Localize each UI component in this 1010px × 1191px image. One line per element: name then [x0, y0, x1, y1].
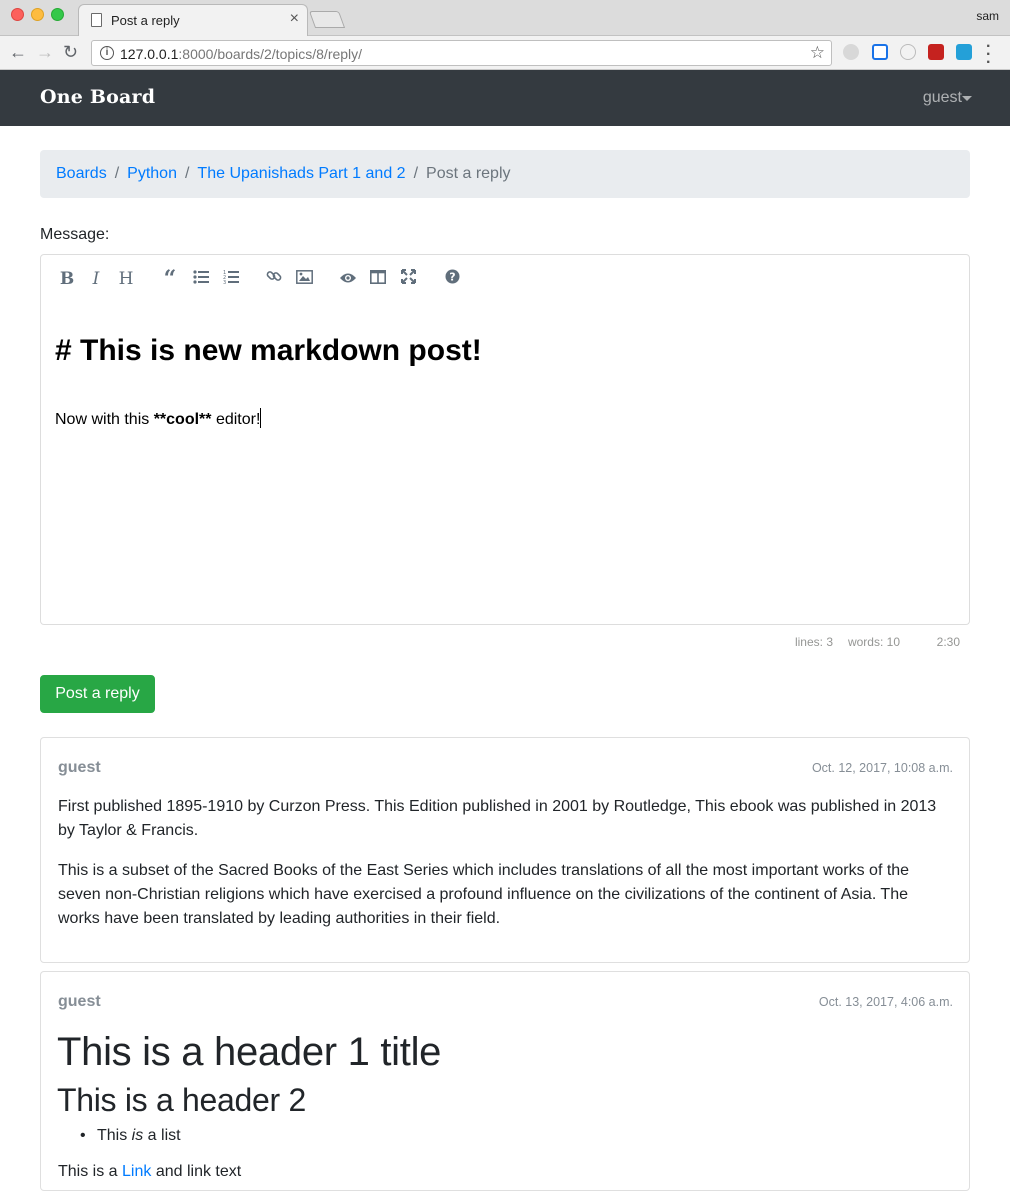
browser-tab[interactable]: Post a reply ×	[78, 4, 308, 37]
browser-toolbar: ← → ↻ i 127.0.0.1:8000/boards/2/topics/8…	[0, 36, 1010, 71]
heading-icon[interactable]: H	[115, 268, 137, 290]
url-host: 127.0.0.1	[120, 46, 179, 62]
italic-icon[interactable]: I	[85, 268, 107, 290]
list-text-em: is	[131, 1127, 144, 1144]
breadcrumb-board[interactable]: Python	[127, 165, 177, 183]
fullscreen-icon[interactable]	[397, 268, 419, 290]
site-navbar: One Board guest	[0, 70, 1010, 126]
words-count: words: 10	[848, 635, 900, 649]
editor-line-prefix: Now with this	[55, 411, 154, 428]
user-dropdown[interactable]: guest	[923, 89, 962, 107]
cursor-position: 2:30	[936, 635, 960, 649]
list-item: This is a list	[80, 1127, 181, 1145]
editor-line-suffix: editor!	[211, 411, 261, 428]
post-author[interactable]: guest	[58, 759, 101, 777]
breadcrumb-separator: /	[413, 165, 419, 182]
breadcrumb-separator: /	[114, 165, 120, 182]
toolbar-separator	[325, 269, 326, 291]
svg-text:?: ?	[449, 271, 455, 284]
toolbar-separator	[429, 269, 430, 291]
minimize-window-button[interactable]	[31, 8, 44, 21]
caret-down-icon[interactable]	[962, 96, 972, 101]
brand-logo[interactable]: One Board	[40, 86, 155, 108]
post-card: guest Oct. 13, 2017, 4:06 a.m. This is a…	[40, 971, 970, 1191]
url-path: :8000/boards/2/topics/8/reply/	[178, 46, 363, 62]
para-prefix: This is a	[58, 1163, 123, 1180]
breadcrumb-boards[interactable]: Boards	[56, 165, 107, 183]
ordered-list-icon[interactable]: 123	[220, 268, 242, 290]
post-card: guest Oct. 12, 2017, 10:08 a.m. First pu…	[40, 737, 970, 963]
words-label: words:	[847, 635, 884, 649]
post-author[interactable]: guest	[58, 993, 101, 1011]
post-heading-2: This is a header 2	[57, 1082, 306, 1118]
close-window-button[interactable]	[11, 8, 24, 21]
close-tab-icon[interactable]: ×	[290, 10, 299, 28]
lines-label: lines:	[794, 635, 823, 649]
breadcrumb-separator: /	[184, 165, 190, 182]
post-date: Oct. 13, 2017, 4:06 a.m.	[818, 995, 953, 1009]
bookmark-star-icon[interactable]: ☆	[810, 43, 825, 63]
extension-book-icon[interactable]	[956, 44, 972, 60]
extension-screenshot-icon[interactable]	[872, 44, 888, 60]
url-text[interactable]: 127.0.0.1:8000/boards/2/topics/8/reply/	[120, 46, 362, 62]
info-icon[interactable]: i	[100, 46, 114, 60]
bold-icon[interactable]: B	[56, 268, 78, 290]
breadcrumb-current: Post a reply	[426, 165, 511, 182]
preview-icon[interactable]	[337, 268, 359, 290]
lines-count: lines: 3	[795, 635, 833, 649]
maximize-window-button[interactable]	[51, 8, 64, 21]
post-reply-button[interactable]: Post a reply	[40, 675, 155, 713]
post-paragraph: This is a subset of the Sacred Books of …	[58, 862, 910, 927]
back-arrow-icon[interactable]: ←	[9, 40, 27, 64]
editor-heading-line: # This is new markdown post!	[55, 334, 482, 367]
forward-arrow-icon[interactable]: →	[36, 40, 54, 64]
post-paragraph: This is a Link and link text	[58, 1163, 241, 1181]
new-tab-button[interactable]	[308, 11, 346, 28]
extension-circle-icon[interactable]	[900, 44, 916, 60]
profile-name[interactable]: sam	[976, 9, 999, 23]
reload-icon[interactable]: ↻	[63, 40, 78, 64]
editor-statusbar: lines: 3 words: 10 2:30	[40, 633, 970, 651]
words-value: 10	[886, 635, 900, 649]
tab-title: Post a reply	[111, 13, 180, 28]
para-suffix: and link text	[151, 1163, 242, 1180]
text-cursor	[260, 408, 262, 428]
editor-line-bold: **cool**	[153, 411, 212, 428]
extension-play-icon[interactable]	[928, 44, 944, 60]
quote-icon[interactable]: “	[159, 268, 181, 290]
list-text-a: This	[97, 1127, 132, 1144]
browser-menu-icon[interactable]: · · ·	[986, 39, 992, 71]
lines-value: 3	[826, 635, 833, 649]
toolbar-separator	[252, 269, 253, 291]
unordered-list-icon[interactable]	[190, 268, 212, 290]
breadcrumb-topic[interactable]: The Upanishads Part 1 and 2	[197, 165, 405, 183]
browser-titlebar: Post a reply × sam	[0, 0, 1010, 37]
extension-music-icon[interactable]	[843, 44, 859, 60]
side-by-side-icon[interactable]	[367, 268, 389, 290]
list-text-b: a list	[143, 1127, 181, 1144]
breadcrumb: Boards / Python / The Upanishads Part 1 …	[40, 150, 970, 198]
post-date: Oct. 12, 2017, 10:08 a.m.	[811, 761, 953, 775]
message-editor[interactable]: # This is new markdown post! Now with th…	[40, 303, 970, 625]
post-heading-1: This is a header 1 title	[57, 1030, 442, 1074]
document-icon	[91, 13, 102, 27]
image-icon[interactable]	[293, 268, 315, 290]
toolbar-separator	[147, 269, 148, 291]
svg-text:3: 3	[223, 280, 226, 284]
editor-text-line: Now with this **cool** editor!	[55, 408, 262, 429]
address-bar[interactable]: i 127.0.0.1:8000/boards/2/topics/8/reply…	[91, 40, 832, 66]
guide-icon[interactable]: ?	[441, 268, 463, 290]
editor-toolbar: B I H “ 123 ?	[40, 254, 970, 304]
post-paragraph: First published 1895-1910 by Curzon Pres…	[58, 798, 937, 839]
link-icon[interactable]	[263, 268, 285, 290]
message-label: Message:	[40, 226, 110, 243]
post-link[interactable]: Link	[122, 1163, 151, 1180]
